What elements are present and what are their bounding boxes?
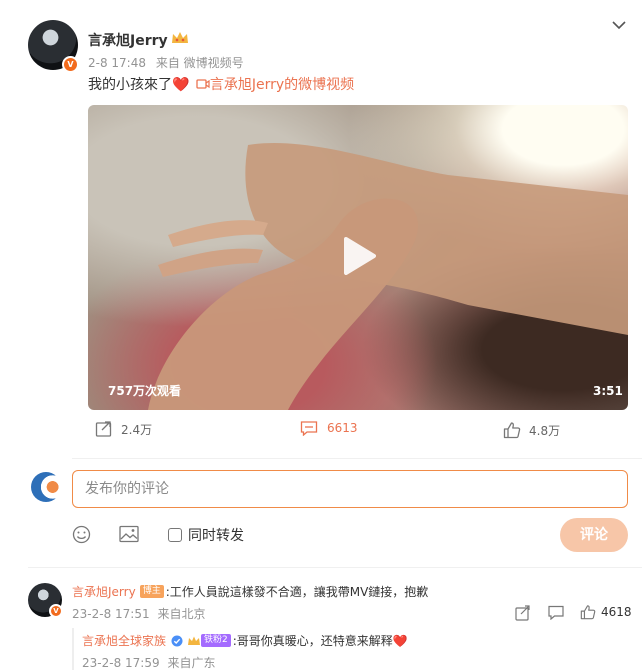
reply-author[interactable]: 言承旭全球家族 bbox=[82, 632, 166, 649]
thumbs-up-icon bbox=[580, 604, 596, 620]
comment-like-count: 4618 bbox=[601, 605, 632, 619]
emoji-icon[interactable] bbox=[72, 525, 91, 544]
forward-checkbox[interactable] bbox=[168, 528, 182, 542]
comment-input-box[interactable] bbox=[72, 470, 628, 508]
post-text-line: 我的小孩來了❤️ 言承旭Jerry的微博视频 bbox=[88, 74, 354, 94]
reply-text: :哥哥你真暖心，还特意来解释 bbox=[232, 634, 393, 648]
repost-button[interactable]: 2.4万 bbox=[95, 420, 152, 438]
current-user-avatar[interactable] bbox=[31, 472, 61, 502]
comment-line: 言承旭Jerry 博主 :工作人員說這樣發不合適，讓我帶MV鏈接，抱歉 bbox=[72, 583, 428, 600]
comment-time: 23-2-8 17:51 bbox=[72, 607, 150, 621]
divider bbox=[28, 567, 642, 568]
heart-emoji-icon: ❤️ bbox=[392, 633, 408, 648]
comment-repost-icon[interactable] bbox=[515, 605, 531, 621]
like-button[interactable]: 4.8万 bbox=[503, 421, 560, 439]
reply-time: 23-2-8 17:59 bbox=[82, 656, 160, 670]
video-player[interactable]: 757万次观看 3:51 bbox=[88, 105, 628, 410]
comment-author[interactable]: 言承旭Jerry bbox=[72, 583, 136, 600]
post-meta: 2-8 17:48 来自 微博视频号 bbox=[88, 54, 244, 71]
divider bbox=[72, 458, 642, 459]
repost-count: 2.4万 bbox=[121, 422, 153, 437]
post-source-prefix: 来自 bbox=[155, 56, 180, 70]
comment-button[interactable]: 6613 bbox=[300, 420, 358, 436]
comment-count: 6613 bbox=[327, 421, 358, 435]
fan-level-badge: 铁粉2 bbox=[201, 634, 231, 647]
post-source: 微博视频号 bbox=[183, 56, 244, 70]
comment-like-button[interactable]: 4618 bbox=[580, 604, 632, 620]
reply-meta: 23-2-8 17:59 来自广东 bbox=[82, 654, 215, 671]
video-link[interactable]: 言承旭Jerry的微博视频 bbox=[210, 77, 354, 93]
author-tag-badge: 博主 bbox=[139, 585, 164, 598]
post-menu-chevron-icon[interactable] bbox=[612, 20, 626, 30]
verified-check-icon bbox=[171, 635, 183, 647]
post-text: 我的小孩來了 bbox=[88, 77, 172, 93]
verified-badge-icon: V bbox=[49, 604, 63, 618]
comment-icon bbox=[300, 420, 318, 436]
post-time[interactable]: 2-8 17:48 bbox=[88, 56, 146, 70]
like-count: 4.8万 bbox=[529, 423, 561, 438]
heart-emoji-icon: ❤️ bbox=[172, 77, 190, 93]
crown-badge-icon bbox=[170, 29, 190, 47]
fan-crown-icon bbox=[187, 635, 201, 647]
comment-location: 来自北京 bbox=[157, 607, 206, 621]
submit-comment-button[interactable]: 评论 bbox=[560, 518, 628, 552]
image-upload-icon[interactable] bbox=[119, 525, 139, 543]
reply-thread-line bbox=[72, 628, 74, 670]
play-button-icon[interactable] bbox=[338, 235, 378, 281]
comment-meta: 23-2-8 17:51 来自北京 bbox=[72, 605, 205, 622]
video-link-icon bbox=[196, 78, 210, 90]
video-views: 757万次观看 bbox=[108, 384, 182, 398]
reply-location: 来自广东 bbox=[167, 656, 216, 670]
reply-line: 言承旭全球家族 铁粉2 :哥哥你真暖心，还特意来解释 ❤️ bbox=[82, 632, 408, 649]
thumbs-up-icon bbox=[503, 421, 521, 439]
video-duration: 3:51 bbox=[593, 384, 623, 398]
comment-reply-icon[interactable] bbox=[548, 605, 564, 620]
author-name[interactable]: 言承旭Jerry bbox=[88, 30, 168, 50]
verified-badge-icon: V bbox=[62, 56, 79, 73]
comment-input[interactable] bbox=[73, 471, 627, 507]
repost-icon bbox=[95, 420, 113, 438]
forward-label: 同时转发 bbox=[188, 528, 244, 544]
comment-text: :工作人員說這樣發不合適，讓我帶MV鏈接，抱歉 bbox=[165, 585, 429, 599]
forward-option[interactable]: 同时转发 bbox=[168, 525, 244, 545]
